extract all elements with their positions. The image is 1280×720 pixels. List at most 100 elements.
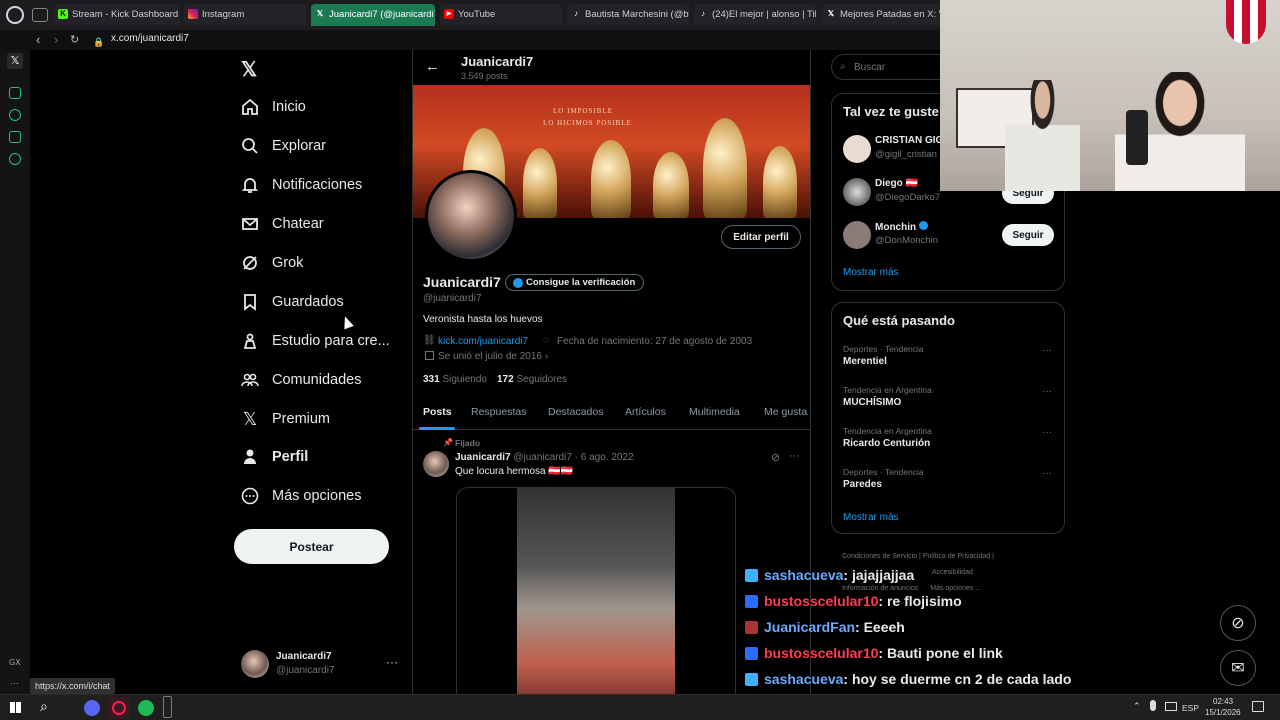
- chat-badge-icon: [745, 595, 758, 608]
- messenger-icon[interactable]: [9, 87, 21, 99]
- studio-icon: [243, 333, 257, 349]
- chat-badge-icon: [745, 647, 758, 660]
- history-icon[interactable]: [9, 109, 21, 121]
- profile-avatar[interactable]: [425, 170, 517, 262]
- post-media[interactable]: [456, 487, 736, 694]
- profile-joined[interactable]: Se unió el julio de 2016 ›: [438, 351, 548, 362]
- suggest-name[interactable]: CRISTIAN GIG: [875, 135, 943, 146]
- avatar[interactable]: [843, 221, 871, 249]
- grok-icon[interactable]: ⊘: [771, 451, 780, 464]
- tab-label: (24)El mejor | alonso | Tik: [712, 9, 816, 20]
- post-button[interactable]: Postear: [234, 529, 389, 564]
- post-avatar[interactable]: [423, 451, 449, 477]
- post-author-name[interactable]: Juanicardi7: [455, 452, 511, 463]
- edit-profile-button[interactable]: Editar perfil: [721, 225, 801, 249]
- follow-button[interactable]: Seguir: [1002, 224, 1054, 246]
- discord-icon[interactable]: [84, 700, 100, 716]
- trend-name[interactable]: MUCHÍSIMO: [843, 397, 901, 408]
- tab-x-profile[interactable]: 𝕏 Juanicardi7 (@juanicardi7: [311, 4, 435, 26]
- forward-arrow-icon[interactable]: ›: [54, 32, 58, 48]
- language-indicator[interactable]: ESP: [1182, 703, 1199, 713]
- spotify-icon[interactable]: [138, 700, 154, 716]
- profile-link[interactable]: kick.com/juanicardi7: [438, 336, 528, 347]
- more-horizontal-icon[interactable]: ···: [1042, 468, 1052, 479]
- tab-instagram[interactable]: Instagram: [184, 4, 306, 26]
- taskbar-scroll[interactable]: [163, 696, 172, 718]
- clock-date[interactable]: 15/1/2026: [1205, 708, 1241, 717]
- get-verified-button[interactable]: Consigue la verificación: [505, 274, 645, 291]
- nav-chat[interactable]: Chatear: [240, 209, 410, 239]
- opera-gx-logo-icon[interactable]: [6, 6, 24, 24]
- nav-grok[interactable]: Grok: [240, 248, 410, 278]
- x-icon: 𝕏: [827, 9, 835, 18]
- tab-posts[interactable]: Posts: [423, 406, 452, 418]
- nav-bookmarks[interactable]: Guardados: [240, 287, 410, 317]
- x-logo-icon[interactable]: 𝕏: [241, 57, 257, 82]
- following-label: Siguiendo: [442, 374, 487, 385]
- tab-articles[interactable]: Artículos: [625, 406, 666, 418]
- more-horizontal-icon[interactable]: ···: [386, 655, 398, 669]
- chevron-up-icon[interactable]: ⌃: [1133, 701, 1141, 712]
- tab-x-patadas[interactable]: 𝕏 Mejores Patadas en X: "El: [822, 4, 940, 26]
- tab-likes[interactable]: Me gusta: [764, 406, 807, 418]
- grok-button[interactable]: ⊘: [1220, 605, 1256, 641]
- nav-communities[interactable]: Comunidades: [240, 365, 410, 395]
- back-arrow-icon[interactable]: ‹: [36, 32, 40, 48]
- nav-home[interactable]: Inicio: [240, 92, 410, 122]
- post-date[interactable]: · 6 ago. 2022: [575, 452, 634, 463]
- tab-replies[interactable]: Respuestas: [471, 406, 526, 418]
- url-field[interactable]: x.com/juanicardi7: [111, 33, 189, 44]
- more-icon[interactable]: ···: [10, 678, 19, 688]
- footer-link[interactable]: Política de Privacidad: [923, 553, 990, 560]
- nav-profile[interactable]: Perfil: [240, 442, 410, 472]
- footer-link[interactable]: Información de anuncios: [842, 585, 918, 592]
- footer-link[interactable]: Accesibilidad: [932, 569, 973, 576]
- tab-youtube[interactable]: ▶ YouTube: [440, 4, 562, 26]
- suggest-name[interactable]: Monchin: [875, 221, 928, 233]
- trend-name[interactable]: Ricardo Centurión: [843, 438, 930, 449]
- show-more-link[interactable]: Mostrar más: [843, 267, 899, 278]
- nav-premium[interactable]: 𝕏 Premium: [240, 404, 410, 434]
- footer-link[interactable]: Más opciones ...: [930, 585, 981, 592]
- tab-label: YouTube: [458, 9, 496, 20]
- suggest-name[interactable]: Diego 🇦🇹: [875, 178, 918, 189]
- trend-name[interactable]: Paredes: [843, 479, 882, 490]
- notification-icon[interactable]: [1252, 701, 1264, 712]
- tab-media[interactable]: Multimedia: [689, 406, 740, 418]
- x-icon[interactable]: 𝕏: [7, 53, 23, 69]
- nav-creator-studio[interactable]: Estudio para cre...: [240, 326, 410, 356]
- tab-highlights[interactable]: Destacados: [548, 406, 603, 418]
- windows-start-icon[interactable]: [10, 702, 21, 713]
- avatar[interactable]: [843, 135, 871, 163]
- clock-time[interactable]: 02:43: [1213, 697, 1233, 706]
- back-arrow-icon[interactable]: ←: [425, 58, 440, 75]
- search-icon[interactable]: ⌕: [40, 698, 48, 715]
- more-horizontal-icon[interactable]: ···: [789, 450, 800, 462]
- followers-link[interactable]: 172 Seguidores: [497, 374, 567, 385]
- settings-gear-icon[interactable]: [9, 153, 21, 165]
- nav-notifications[interactable]: Notificaciones: [240, 170, 410, 200]
- trends-show-more-link[interactable]: Mostrar más: [843, 512, 899, 523]
- reload-icon[interactable]: ↻: [70, 32, 79, 48]
- tab-tiktok-bautista[interactable]: ♪ Bautista Marchesini (@bau: [567, 4, 689, 26]
- microphone-icon[interactable]: [1150, 700, 1156, 711]
- chat-message: JuanicardFan: Eeeeh: [745, 619, 905, 635]
- trend-name[interactable]: Merentiel: [843, 356, 887, 367]
- more-horizontal-icon[interactable]: ···: [1042, 345, 1052, 356]
- account-switcher[interactable]: Juanicardi7 @juanicardi7 ···: [241, 649, 401, 679]
- tab-kick[interactable]: K Stream - Kick Dashboard: [54, 4, 180, 26]
- messages-button[interactable]: ✉: [1220, 650, 1256, 686]
- network-icon[interactable]: [1165, 702, 1177, 711]
- account-handle: @juanicardi7: [276, 665, 335, 676]
- avatar[interactable]: [843, 178, 871, 206]
- workspace-icon[interactable]: [32, 8, 48, 22]
- nav-more[interactable]: Más opciones: [240, 481, 410, 511]
- opera-gx-icon[interactable]: [108, 697, 130, 719]
- nav-explore[interactable]: Explorar: [240, 131, 410, 161]
- footer-link[interactable]: Condiciones de Servicio: [842, 553, 917, 560]
- more-horizontal-icon[interactable]: ···: [1042, 386, 1052, 397]
- extensions-icon[interactable]: [9, 131, 21, 143]
- following-link[interactable]: 331 Siguiendo: [423, 374, 487, 385]
- more-horizontal-icon[interactable]: ···: [1042, 427, 1052, 438]
- tab-tiktok-alonso[interactable]: ♪ (24)El mejor | alonso | Tik: [694, 4, 816, 26]
